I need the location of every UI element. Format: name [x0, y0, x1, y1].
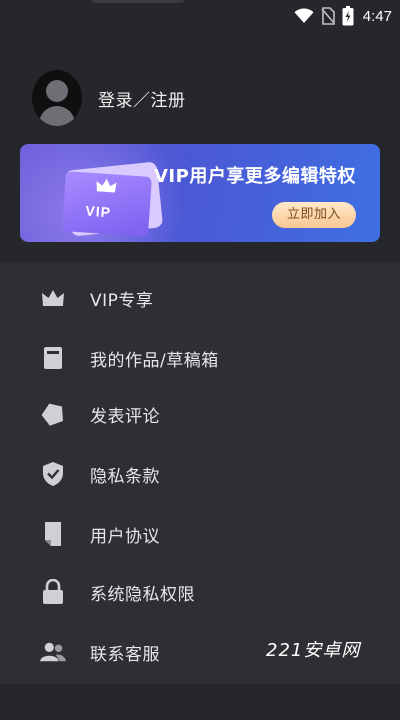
- no-sim-icon: [321, 7, 335, 25]
- shield-check-icon: [40, 461, 66, 487]
- crown-icon: [96, 178, 117, 193]
- bottom-strip: [0, 684, 400, 720]
- menu-item-privacy-policy[interactable]: 隐私条款: [0, 446, 400, 502]
- status-time: 4:47: [362, 7, 392, 25]
- login-register-link[interactable]: 登录／注册: [98, 86, 186, 111]
- menu-item-comment[interactable]: 发表评论: [0, 386, 400, 442]
- join-now-button[interactable]: 立即加入: [272, 202, 356, 228]
- top-notch: [92, 0, 184, 3]
- menu-item-vip[interactable]: VIP专享: [0, 270, 400, 326]
- menu-item-label: 发表评论: [90, 406, 160, 427]
- wifi-icon: [294, 8, 314, 24]
- vip-banner[interactable]: VIP VIP用户享更多编辑特权 立即加入: [20, 144, 380, 242]
- menu-item-user-agreement[interactable]: 用户协议: [0, 506, 400, 562]
- login-register-row[interactable]: 登录／注册: [32, 70, 186, 126]
- crown-icon: [40, 285, 66, 311]
- menu-item-label: 我的作品/草稿箱: [90, 350, 219, 371]
- lock-icon: [40, 579, 66, 605]
- star-badge-icon: [40, 401, 66, 427]
- battery-charging-icon: [342, 6, 354, 26]
- status-bar: 4:47: [294, 4, 392, 28]
- document-icon: [40, 521, 66, 547]
- drafts-box-icon: [40, 345, 66, 371]
- vip-banner-title: VIP用户享更多编辑特权: [154, 166, 356, 187]
- menu-item-label: 系统隐私权限: [90, 584, 195, 605]
- avatar-shoulders: [39, 106, 75, 126]
- avatar-head: [46, 80, 68, 102]
- menu-item-label: 用户协议: [90, 526, 160, 547]
- vip-card-illustration: VIP: [62, 171, 152, 237]
- menu-item-label: VIP专享: [90, 290, 154, 311]
- avatar[interactable]: [32, 70, 82, 126]
- menu-item-label: 联系客服: [90, 644, 160, 665]
- menu-item-drafts[interactable]: 我的作品/草稿箱: [0, 330, 400, 386]
- menu-item-label: 隐私条款: [90, 466, 160, 487]
- menu-item-system-permissions[interactable]: 系统隐私权限: [0, 564, 400, 620]
- vip-card-label: VIP: [84, 202, 112, 221]
- people-icon: [40, 639, 66, 665]
- watermark: 221安卓网: [266, 640, 361, 661]
